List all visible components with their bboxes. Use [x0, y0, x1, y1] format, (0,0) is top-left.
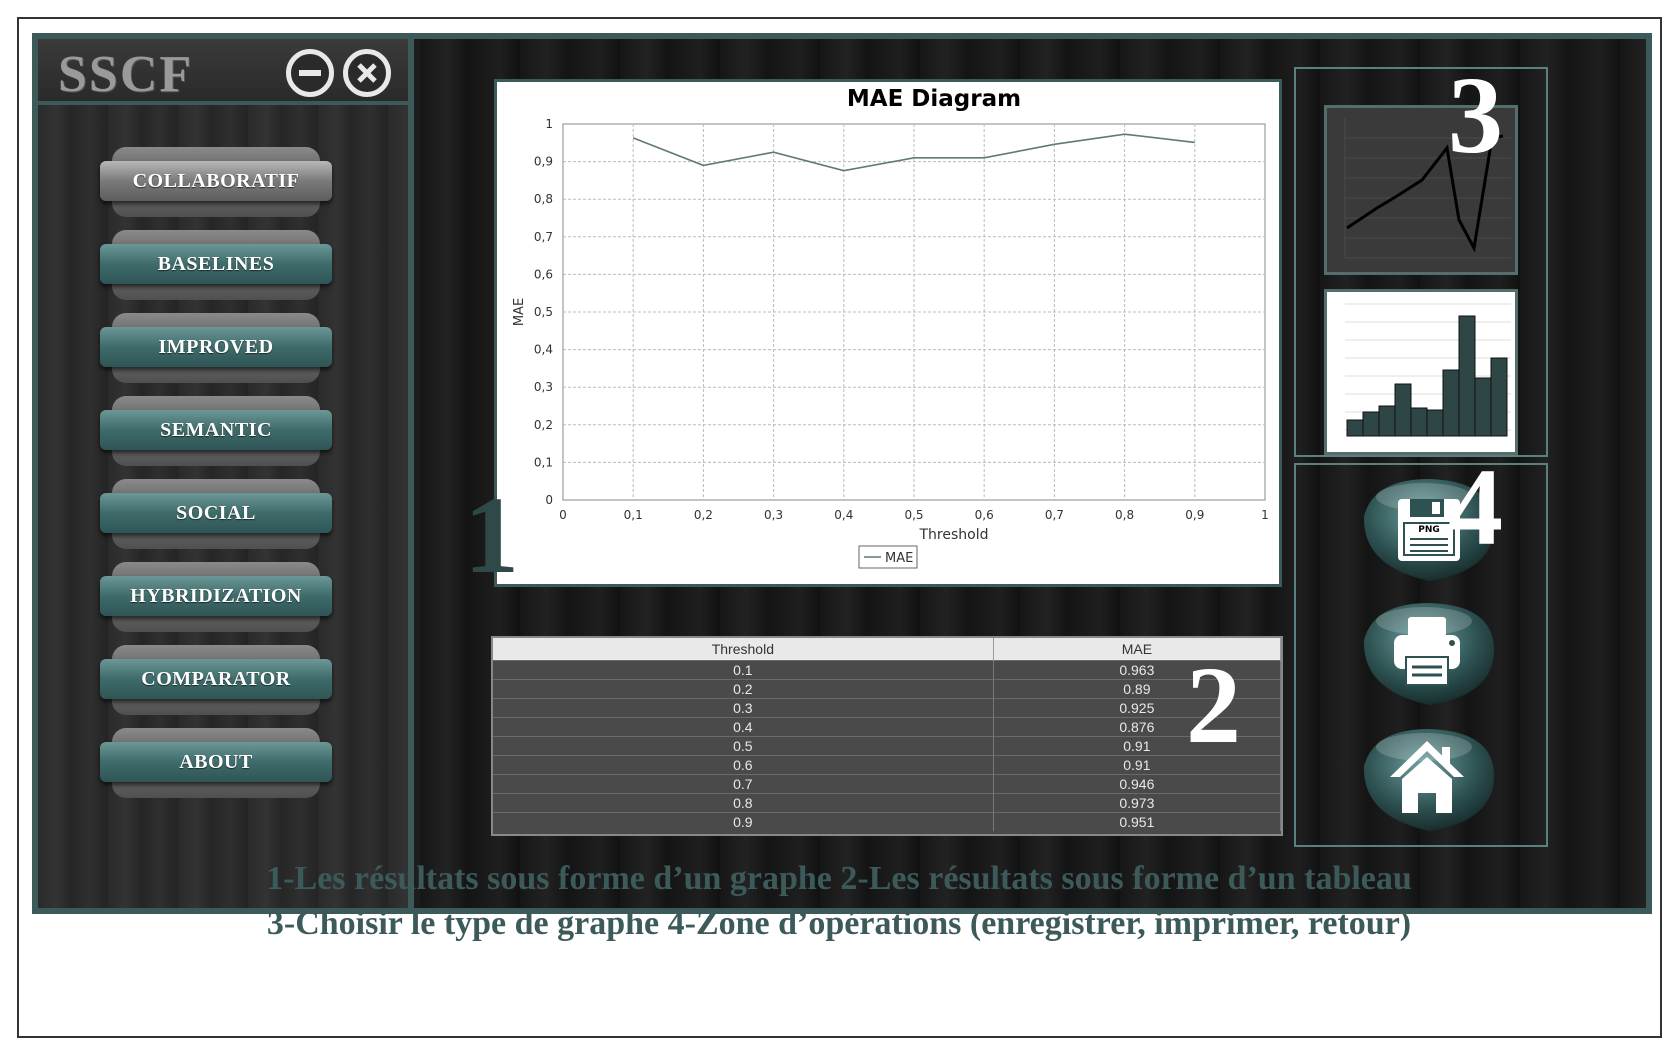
- cell-mae: 0.946: [993, 773, 1282, 793]
- nav-comparator-label: COMPARATOR: [100, 659, 332, 699]
- x-tick-label: 0,4: [834, 508, 853, 522]
- x-tick-label: 0,1: [624, 508, 643, 522]
- nav-improved-label: IMPROVED: [100, 327, 332, 367]
- mae-chart: 0 0,1 0,2 0,3 0,4 0,5 0,6 0,7 0,8 0,9 1 0 0,1 0,2 0,3 0…: [512, 86, 1269, 569]
- marker-2: 2: [1186, 644, 1241, 766]
- cell-threshold: 0.6: [493, 754, 994, 774]
- nav-hybridization-button[interactable]: HYBRIDIZATION: [100, 562, 332, 632]
- nav-baselines-button[interactable]: BASELINES: [100, 230, 332, 300]
- y-tick-label: 0,3: [534, 380, 553, 394]
- close-icon: [357, 63, 377, 83]
- print-button[interactable]: [1354, 595, 1496, 705]
- table-row: 0.8 0.973: [493, 792, 1282, 812]
- table-row: 0.9 0.951: [493, 811, 1282, 831]
- x-tick-label: 0,5: [904, 508, 923, 522]
- bar-chart-icon: [1345, 303, 1511, 437]
- table-row: 0.6 0.91: [493, 754, 1282, 774]
- marker-3: 3: [1448, 54, 1503, 176]
- table-row: 0.1 0.963: [493, 659, 1282, 679]
- y-tick-label: 0: [545, 493, 553, 507]
- marker-4: 4: [1448, 446, 1503, 568]
- operations-zone: PNG: [1294, 463, 1548, 847]
- cell-threshold: 0.4: [493, 716, 994, 736]
- print-icon: [1363, 603, 1494, 705]
- y-tick-label: 0,8: [534, 192, 553, 206]
- graph-type-selector: [1294, 67, 1548, 457]
- nav-collaboratif-button[interactable]: COLLABORATIF: [100, 147, 332, 217]
- mae-chart-panel: 0 0,1 0,2 0,3 0,4 0,5 0,6 0,7 0,8 0,9 1 0 0,1 0,2 0,3 0…: [494, 79, 1282, 587]
- x-tick-label: 0,8: [1115, 508, 1134, 522]
- caption-line-1: 1-Les résultats sous forme d’un graphe 2…: [266, 860, 1412, 897]
- close-button[interactable]: [343, 49, 391, 97]
- nav-about-button[interactable]: ABOUT: [100, 728, 332, 798]
- table-row: 0.7 0.946: [493, 773, 1282, 793]
- table-row: 0.3 0.925: [493, 697, 1282, 717]
- y-tick-label: 1: [545, 117, 553, 131]
- minimize-icon: [299, 70, 321, 76]
- cell-threshold: 0.7: [493, 773, 994, 793]
- nav-collaboratif-label: COLLABORATIF: [100, 161, 332, 201]
- y-axis-label: MAE: [512, 298, 527, 326]
- legend-label: MAE: [885, 551, 913, 566]
- app-logo: SSCF: [58, 46, 194, 103]
- y-tick-label: 0,5: [534, 305, 553, 319]
- minimize-button[interactable]: [286, 49, 334, 97]
- bar-chart-type-button[interactable]: [1324, 289, 1518, 455]
- y-tick-label: 0,9: [534, 155, 553, 169]
- x-tick-label: 0,9: [1185, 508, 1204, 522]
- cell-threshold: 0.3: [493, 697, 994, 717]
- marker-1: 1: [464, 474, 519, 596]
- save-icon-label: PNG: [1418, 525, 1440, 535]
- nav-comparator-button[interactable]: COMPARATOR: [100, 645, 332, 715]
- cell-mae: 0.951: [993, 811, 1282, 831]
- nav-semantic-label: SEMANTIC: [100, 410, 332, 450]
- x-tick-label: 0,2: [694, 508, 713, 522]
- caption-line-2: 3-Choisir le type de graphe 4-Zone d’opé…: [266, 905, 1412, 942]
- nav-about-label: ABOUT: [100, 742, 332, 782]
- y-tick-label: 0,7: [534, 230, 553, 244]
- nav-social-button[interactable]: SOCIAL: [100, 479, 332, 549]
- nav-baselines-label: BASELINES: [100, 244, 332, 284]
- x-tick-label: 0,3: [764, 508, 783, 522]
- y-tick-label: 0,1: [534, 455, 553, 469]
- table-row: 0.4 0.876: [493, 716, 1282, 736]
- cell-mae: 0.973: [993, 792, 1282, 812]
- table-row: 0.5 0.91: [493, 735, 1282, 755]
- sidebar: SSCF COLLABORATIF BASELINES IMPROVED SEM…: [38, 39, 414, 908]
- cell-threshold: 0.8: [493, 792, 994, 812]
- y-tick-label: 0,4: [534, 343, 553, 357]
- x-tick-label: 0,7: [1045, 508, 1064, 522]
- cell-threshold: 0.5: [493, 735, 994, 755]
- x-axis-label: Threshold: [919, 527, 989, 543]
- app-window: SSCF COLLABORATIF BASELINES IMPROVED SEM…: [32, 33, 1652, 914]
- y-tick-label: 0,6: [534, 267, 553, 281]
- title-bar: SSCF: [38, 39, 408, 105]
- table-header-threshold: Threshold: [493, 638, 994, 660]
- cell-threshold: 0.2: [493, 678, 994, 698]
- nav-semantic-button[interactable]: SEMANTIC: [100, 396, 332, 466]
- nav-social-label: SOCIAL: [100, 493, 332, 533]
- home-icon: [1363, 729, 1494, 831]
- results-table: Threshold MAE 0.1 0.963 0.2 0.89 0.3 0.925 …: [491, 636, 1283, 836]
- y-tick-label: 0,2: [534, 418, 553, 432]
- cell-threshold: 0.9: [493, 811, 994, 831]
- home-button[interactable]: [1354, 721, 1496, 831]
- x-tick-label: 0: [559, 508, 567, 522]
- chart-title: MAE Diagram: [847, 86, 1021, 112]
- nav-hybridization-label: HYBRIDIZATION: [100, 576, 332, 616]
- figure-caption: 1-Les résultats sous forme d’un graphe 2…: [0, 856, 1678, 946]
- table-row: 0.2 0.89: [493, 678, 1282, 698]
- x-tick-label: 1: [1261, 508, 1269, 522]
- nav-improved-button[interactable]: IMPROVED: [100, 313, 332, 383]
- x-tick-label: 0,6: [975, 508, 994, 522]
- cell-threshold: 0.1: [493, 659, 994, 679]
